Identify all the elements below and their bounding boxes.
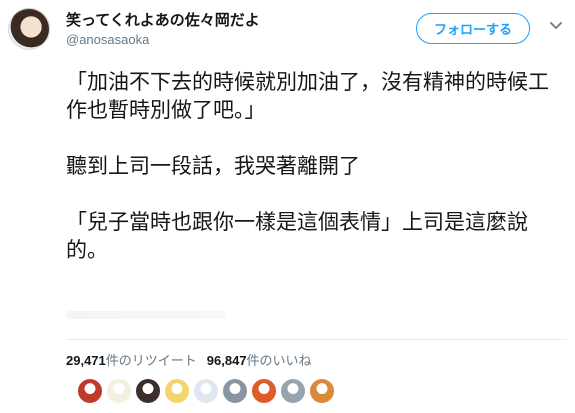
avatar[interactable] (8, 8, 50, 50)
like-count: 96,847 (206, 353, 247, 368)
retweet-stat[interactable]: 29,471件のリツイート (66, 353, 197, 369)
liker-avatar[interactable] (279, 377, 307, 405)
retweet-count: 29,471 (66, 353, 106, 368)
liker-avatar[interactable] (192, 377, 220, 405)
liker-avatar[interactable] (105, 377, 133, 405)
liker-avatar[interactable] (163, 377, 191, 405)
liker-avatar[interactable] (250, 377, 278, 405)
like-stat[interactable]: 96,847件のいいね (206, 353, 312, 369)
tweet-paragraph: 「兒子當時也跟你一樣是這個表情」上司是這麼說的。 (66, 210, 528, 262)
tweet-paragraph: 「加油不下去的時候就別加油了，沒有精神的時候工作也暫時別做了吧。」 (66, 70, 549, 122)
liker-avatar[interactable] (76, 377, 104, 405)
follow-button[interactable]: フォローする (416, 13, 530, 44)
tweet-header: 笑ってくれよあの佐々岡だよ @anosasaoka フォローする (0, 0, 575, 60)
tweet-text: 「加油不下去的時候就別加油了，沒有精神的時候工作也暫時別做了吧。」 聽到上司一段… (66, 68, 561, 264)
tweet-paragraph: 聽到上司一段話，我哭著離開了 (66, 154, 360, 178)
chevron-down-icon[interactable] (548, 17, 564, 33)
like-label: 件のいいね (246, 354, 312, 369)
liker-avatar[interactable] (221, 377, 249, 405)
divider (66, 339, 567, 340)
faded-metadata (66, 311, 226, 319)
user-handle[interactable]: @anosasaoka (66, 32, 149, 47)
liker-avatar[interactable] (134, 377, 162, 405)
retweet-label: 件のリツイート (105, 354, 197, 369)
display-name[interactable]: 笑ってくれよあの佐々岡だよ (66, 9, 260, 30)
liker-avatar[interactable] (308, 377, 336, 405)
tweet-stats: 29,471件のリツイート 96,847件のいいね (66, 350, 312, 369)
liker-avatars (76, 377, 346, 405)
